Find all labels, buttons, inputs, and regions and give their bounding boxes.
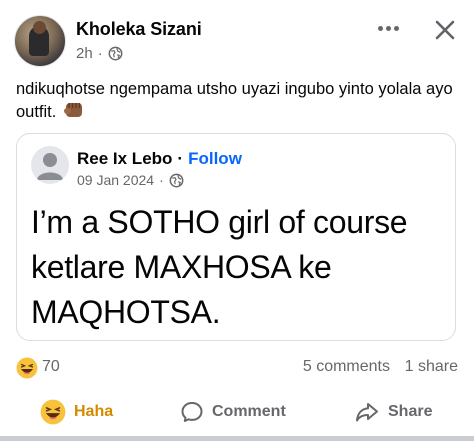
meta-separator: · xyxy=(97,44,103,62)
comment-label: Comment xyxy=(212,403,286,420)
author-name[interactable]: Kholeka Sizani xyxy=(76,19,202,40)
share-label: Share xyxy=(388,403,433,420)
post-time[interactable]: 2h xyxy=(76,45,93,62)
shares-count[interactable]: 1 share xyxy=(405,358,458,376)
shared-author-avatar[interactable] xyxy=(31,146,69,184)
globe-icon xyxy=(108,46,123,60)
follow-button[interactable]: Follow xyxy=(188,149,242,169)
haha-icon xyxy=(40,399,66,425)
comment-button[interactable]: Comment xyxy=(180,392,286,432)
haha-reaction-icon[interactable] xyxy=(16,357,38,379)
shared-meta: 09 Jan 2024 · xyxy=(77,172,184,188)
reactions-row: 70 5 comments 1 share xyxy=(0,355,474,383)
comments-count[interactable]: 5 comments xyxy=(303,358,390,376)
reaction-count[interactable]: 70 xyxy=(42,358,60,376)
shared-name-row: Ree Ix Lebo · Follow xyxy=(77,149,242,169)
shared-meta-separator: · xyxy=(159,172,164,188)
post-header: Kholeka Sizani 2h · xyxy=(0,0,474,70)
shared-date[interactable]: 09 Jan 2024 xyxy=(77,172,154,188)
share-icon xyxy=(356,403,378,422)
follow-separator: · xyxy=(177,149,184,168)
post-meta: 2h · xyxy=(76,44,123,62)
author-avatar[interactable] xyxy=(14,15,66,67)
shared-post-text: I’m a SOTHO girl of course ketlare MAXHO… xyxy=(31,204,408,330)
share-button[interactable]: Share xyxy=(354,392,432,432)
post-text: ndikuqhotse ngempama utsho uyazi ingubo … xyxy=(16,78,456,123)
comment-icon xyxy=(181,402,203,422)
action-bar: Haha Comment Share xyxy=(0,392,474,432)
globe-icon xyxy=(169,173,184,187)
haha-button[interactable]: Haha xyxy=(40,392,113,432)
haha-label: Haha xyxy=(74,403,114,420)
shared-author-name[interactable]: Ree Ix Lebo xyxy=(77,149,172,169)
default-avatar-icon xyxy=(37,153,63,180)
close-icon[interactable] xyxy=(431,16,459,44)
fist-emoji-icon xyxy=(63,103,82,117)
bottom-divider xyxy=(0,436,474,441)
avatar-head xyxy=(33,21,46,34)
shared-post-card[interactable]: Ree Ix Lebo · Follow 09 Jan 2024 · I’m a… xyxy=(16,133,456,341)
more-options-icon[interactable] xyxy=(373,16,403,40)
